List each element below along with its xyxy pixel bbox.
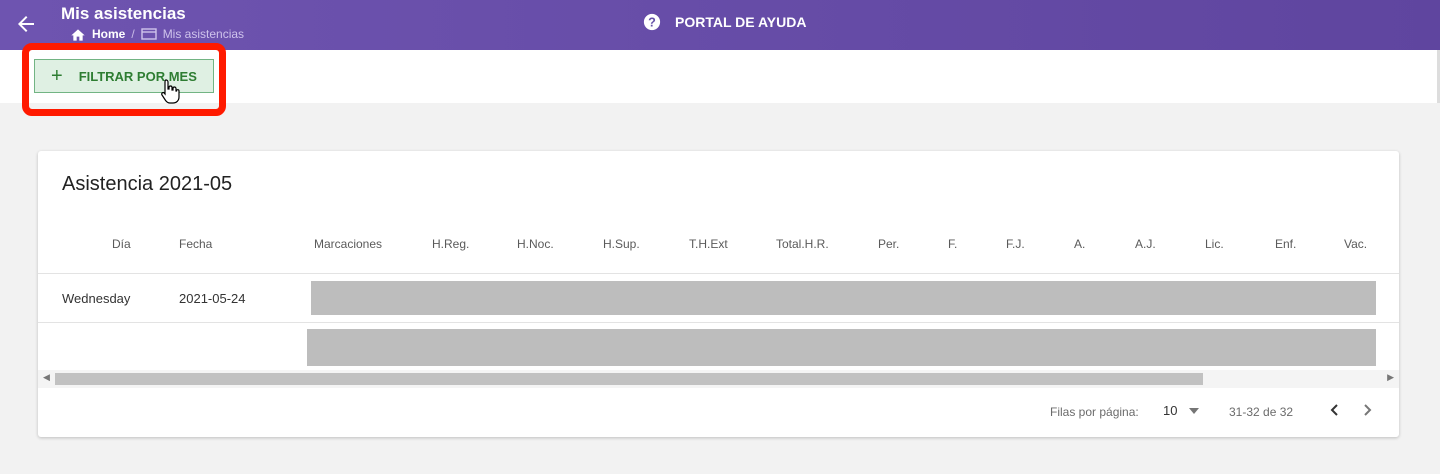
scrollbar-thumb[interactable] (55, 373, 1203, 385)
breadcrumb-current-label: Mis asistencias (162, 27, 245, 41)
chevron-left-icon (1330, 404, 1338, 416)
top-app-bar: Mis asistencias Home / Mis asistencias ?… (0, 0, 1440, 50)
rows-per-page-value: 10 (1163, 403, 1178, 418)
page-title: Mis asistencias (61, 4, 186, 23)
column-header-h-noc[interactable]: H.Noc. (517, 237, 554, 251)
rows-per-page-select[interactable]: 10 (1163, 403, 1200, 418)
column-header-total-h-r[interactable]: Total.H.R. (776, 237, 829, 251)
help-portal-link[interactable]: ? PORTAL DE AYUDA (643, 13, 806, 31)
horizontal-scrollbar[interactable]: ◀ ▶ (38, 370, 1399, 388)
pagination-range: 31-32 de 32 (1229, 405, 1294, 419)
filter-by-month-button[interactable]: + FILTRAR POR MES (34, 59, 214, 93)
breadcrumb: Home / Mis asistencias (70, 27, 244, 41)
back-arrow-icon[interactable] (14, 12, 38, 36)
column-header-enf[interactable]: Enf. (1275, 237, 1296, 251)
column-header-a[interactable]: A. (1074, 237, 1085, 251)
row-divider (38, 322, 1399, 323)
redacted-row-1 (311, 281, 1376, 315)
redacted-row-2 (307, 329, 1376, 366)
previous-page-button[interactable] (1324, 400, 1344, 420)
breadcrumb-current: Mis asistencias (140, 27, 245, 41)
action-toolbar (0, 50, 1440, 103)
column-header-f-j[interactable]: F.J. (1006, 237, 1025, 251)
help-icon: ? (643, 13, 661, 31)
chevron-right-icon (1364, 404, 1372, 416)
column-header-marcaciones[interactable]: Marcaciones (314, 237, 382, 251)
column-header-h-reg[interactable]: H.Reg. (432, 237, 469, 251)
breadcrumb-separator: / (131, 27, 135, 41)
scroll-left-arrow-icon[interactable]: ◀ (43, 372, 50, 383)
row-1-fecha: 2021-05-24 (179, 291, 246, 306)
scroll-right-arrow-icon[interactable]: ▶ (1387, 372, 1394, 383)
svg-text:?: ? (648, 16, 656, 30)
home-icon (71, 29, 85, 41)
help-portal-label: PORTAL DE AYUDA (675, 14, 807, 30)
row-1-dia: Wednesday (62, 291, 131, 306)
plus-icon: + (51, 65, 63, 87)
column-header-vac[interactable]: Vac. (1344, 237, 1367, 251)
card-icon (140, 28, 157, 40)
column-header-h-sup[interactable]: H.Sup. (603, 237, 640, 251)
dropdown-arrow-icon (1189, 407, 1200, 414)
breadcrumb-home[interactable]: Home (70, 27, 125, 41)
card-title: Asistencia 2021-05 (62, 173, 233, 195)
filter-by-month-label: FILTRAR POR MES (78, 68, 197, 84)
column-header-f[interactable]: F. (948, 237, 957, 251)
next-page-button[interactable] (1358, 400, 1378, 420)
column-header-fecha[interactable]: Fecha (179, 237, 212, 251)
rows-per-page-label: Filas por página: (1050, 405, 1139, 419)
breadcrumb-home-label: Home (92, 27, 126, 41)
column-header-lic[interactable]: Lic. (1205, 237, 1224, 251)
attendance-card: Asistencia 2021-05 Día Fecha Marcaciones… (38, 151, 1399, 437)
column-header-dia[interactable]: Día (112, 237, 131, 251)
column-header-a-j[interactable]: A.J. (1135, 237, 1156, 251)
header-divider (38, 273, 1399, 274)
column-header-t-h-ext[interactable]: T.H.Ext (689, 237, 728, 251)
column-header-per[interactable]: Per. (878, 237, 899, 251)
